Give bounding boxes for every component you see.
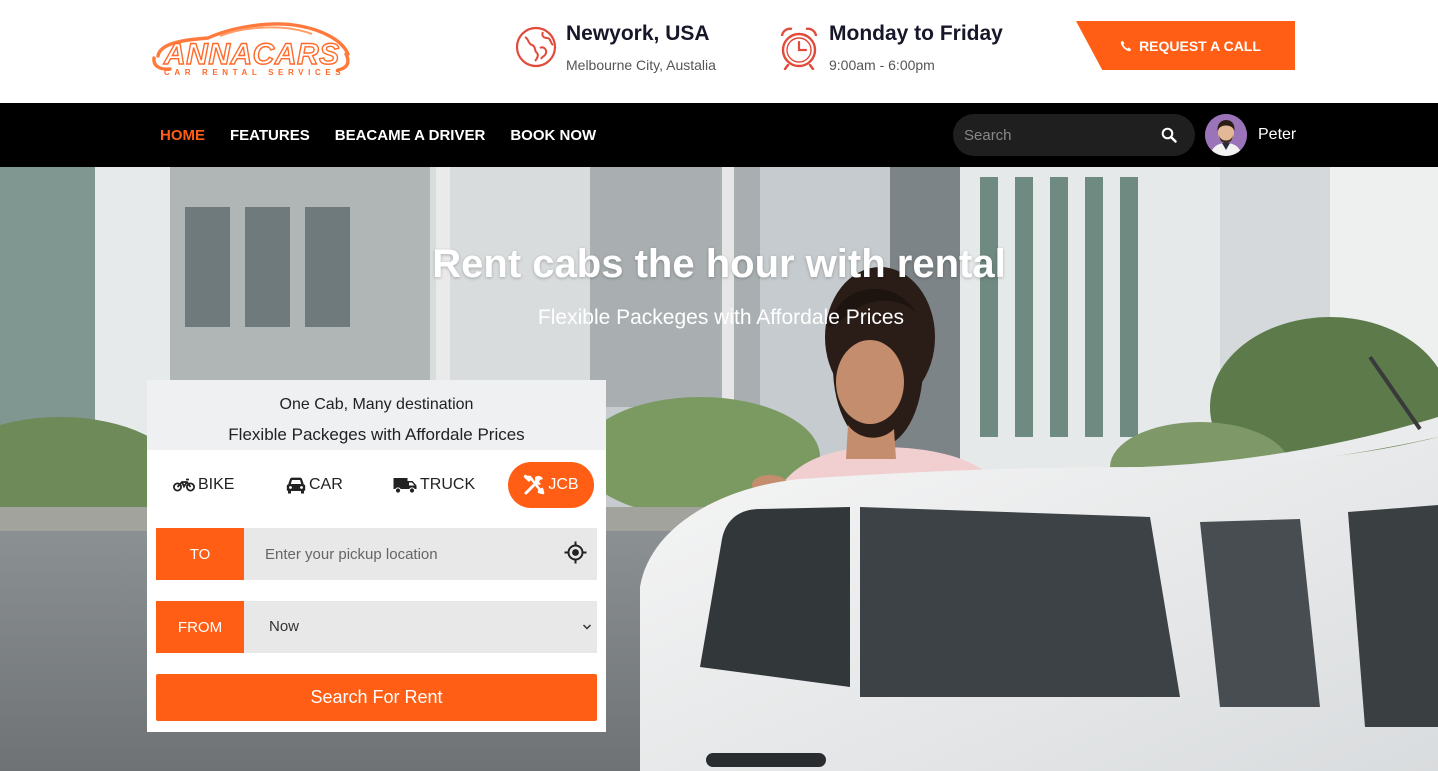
to-location-row: TO — [156, 528, 597, 580]
hero-tagline: Flexible Packeges with Affordale Prices — [537, 306, 905, 329]
main-navbar: HOME FEATURES BEACAME A DRIVER BOOK NOW … — [0, 103, 1438, 167]
motorcycle-icon — [173, 478, 195, 492]
from-time-row[interactable]: FROM Now — [156, 601, 597, 653]
location-subtitle: Melbourne City, Austalia — [566, 57, 716, 73]
nav-item-book-now[interactable]: BOOK NOW — [510, 127, 596, 144]
tab-jcb-label: JCB — [548, 476, 579, 493]
nav-item-become-driver[interactable]: BEACAME A DRIVER — [335, 127, 486, 144]
from-time-select-value[interactable]: Now — [269, 618, 299, 635]
tab-car[interactable]: CAR — [286, 462, 343, 508]
tab-truck[interactable]: TRUCK — [393, 462, 475, 508]
request-call-label: REQUEST A CALL — [1139, 37, 1261, 54]
pickup-location-input[interactable] — [265, 528, 555, 580]
search-input[interactable] — [964, 114, 1154, 156]
alarm-clock-icon — [780, 27, 818, 70]
search-for-rent-button[interactable]: Search For Rent — [156, 674, 597, 721]
nav-search — [953, 114, 1195, 156]
hours-title: Monday to Friday — [829, 22, 1003, 45]
hours-info: Monday to Friday 9:00am - 6:00pm — [776, 20, 1026, 76]
location-title: Newyork, USA — [566, 22, 710, 45]
annacars-logo[interactable]: ANNACARS CAR RENTAL SERVICES — [150, 18, 350, 80]
location-info: Newyork, USA Melbourne City, Austalia — [513, 20, 743, 76]
booking-heading-line1: One Cab, Many destination — [279, 396, 474, 413]
nav-menu: HOME FEATURES BEACAME A DRIVER BOOK NOW — [160, 103, 596, 167]
booking-heading-line2: Flexible Packeges with Affordale Prices — [228, 425, 525, 444]
user-avatar[interactable] — [1205, 114, 1247, 156]
truck-icon — [393, 477, 417, 494]
user-photo — [1205, 114, 1247, 156]
tab-car-label: CAR — [309, 476, 343, 493]
hero-title: Rent cabs the hour with rental — [432, 242, 1006, 286]
logo-brand-text: ANNACARS — [163, 37, 340, 71]
search-icon[interactable] — [1161, 127, 1177, 143]
booking-card-header: One Cab, Many destination Flexible Packe… — [147, 380, 606, 450]
tab-bike[interactable]: BIKE — [173, 462, 234, 508]
vehicle-tabs: BIKE CAR TRUCK JCB — [147, 462, 606, 508]
car-icon — [286, 477, 306, 493]
hero-section: Rent cabs the hour with rental Flexible … — [0, 167, 1438, 771]
site-header: ANNACARS CAR RENTAL SERVICES Newyork, US… — [0, 0, 1438, 103]
tab-jcb[interactable]: JCB — [508, 462, 594, 508]
tab-bike-label: BIKE — [198, 476, 235, 493]
tab-truck-label: TRUCK — [420, 476, 476, 493]
phone-icon — [1120, 40, 1132, 51]
tools-icon — [524, 474, 545, 495]
nav-item-home[interactable]: HOME — [160, 127, 205, 144]
request-call-button[interactable]: REQUEST A CALL — [1076, 21, 1295, 70]
from-label: FROM — [156, 601, 244, 653]
nav-item-features[interactable]: FEATURES — [230, 127, 310, 144]
hours-subtitle: 9:00am - 6:00pm — [829, 57, 935, 73]
to-label: TO — [156, 528, 244, 580]
chevron-down-icon[interactable] — [582, 623, 592, 631]
gps-locate-icon[interactable] — [564, 541, 587, 564]
booking-card: One Cab, Many destination Flexible Packe… — [147, 380, 606, 732]
globe-icon — [515, 26, 557, 68]
logo-tagline: CAR RENTAL SERVICES — [164, 68, 346, 77]
user-name[interactable]: Peter — [1258, 126, 1296, 144]
